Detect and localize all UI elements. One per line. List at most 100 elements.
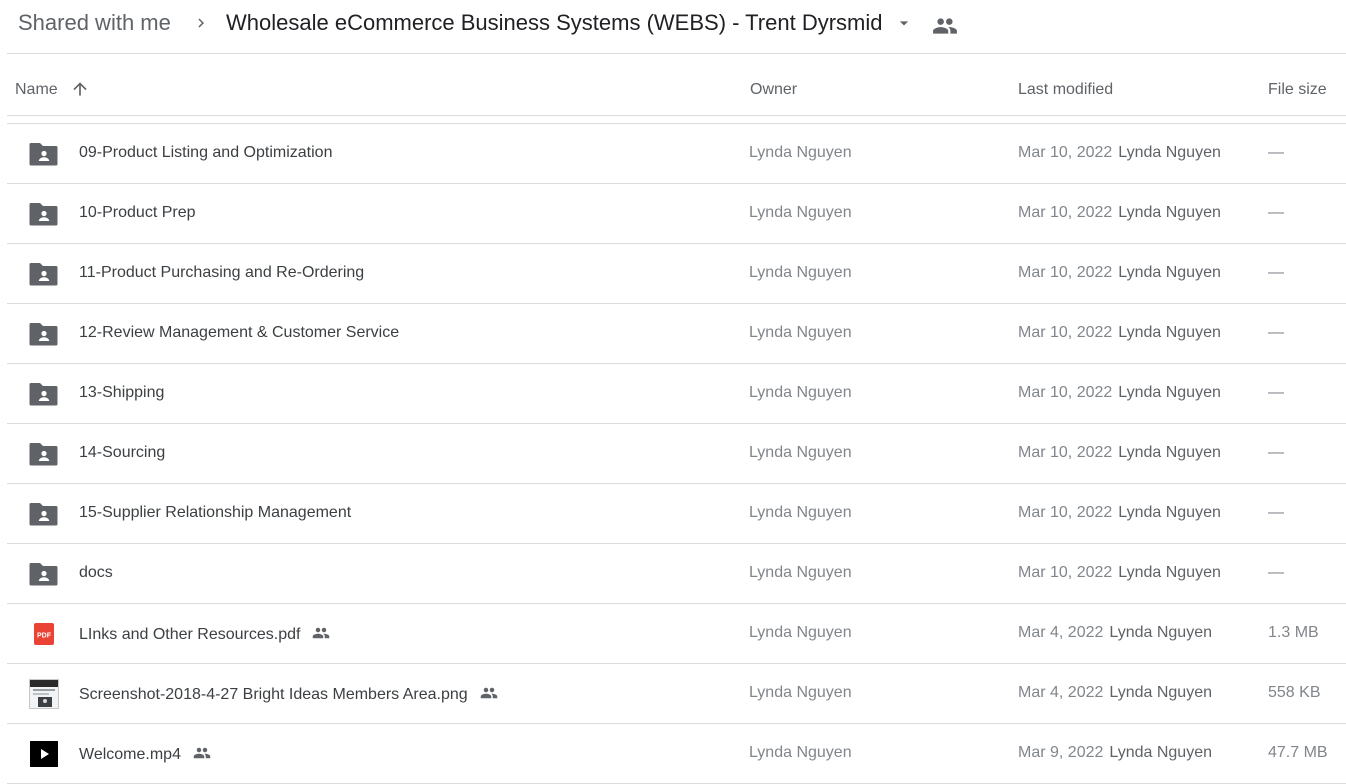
column-header-name[interactable]: Name [15, 81, 58, 99]
modified-by: Lynda Nguyen [1118, 504, 1221, 521]
modified-date: Mar 10, 2022 [1018, 564, 1113, 581]
modified-date: Mar 10, 2022 [1018, 444, 1113, 461]
shared-people-icon [313, 627, 330, 639]
last-modified: Mar 10, 2022 Lynda Nguyen [1018, 444, 1221, 462]
file-name[interactable]: 15-Supplier Relationship Management [79, 504, 351, 522]
file-row[interactable]: 11-Product Purchasing and Re-Ordering Lyn… [7, 244, 1346, 304]
file-row[interactable]: 14-Sourcing Lynda Nguyen Mar 10, 2022 Lynda… [7, 424, 1346, 484]
file-name[interactable]: 09-Product Listing and Optimization [79, 144, 332, 162]
modified-by: Lynda Nguyen [1109, 624, 1212, 641]
file-name[interactable]: 12-Review Management & Customer Service [79, 324, 399, 342]
modified-date: Mar 10, 2022 [1018, 204, 1113, 221]
last-modified: Mar 9, 2022 Lynda Nguyen [1018, 744, 1212, 762]
breadcrumb-shared-with-me[interactable]: Shared with me [18, 10, 171, 36]
file-size: — [1268, 384, 1284, 401]
header: Shared with me Wholesale eCommerce Busin… [0, 0, 1346, 53]
modified-by: Lynda Nguyen [1109, 744, 1212, 761]
modified-date: Mar 10, 2022 [1018, 504, 1113, 521]
file-size: — [1268, 264, 1284, 281]
file-name[interactable]: docs [79, 564, 113, 582]
shared-folder-icon [29, 263, 58, 286]
modified-by: Lynda Nguyen [1118, 204, 1221, 221]
caret-down-icon[interactable] [894, 13, 914, 33]
modified-date: Mar 10, 2022 [1018, 324, 1113, 341]
owner-name: Lynda Nguyen [749, 624, 852, 641]
file-row[interactable]: Screenshot-2018-4-27 Bright Ideas Member… [7, 664, 1346, 724]
modified-by: Lynda Nguyen [1118, 144, 1221, 161]
sort-arrow-up-icon[interactable] [70, 79, 90, 99]
modified-by: Lynda Nguyen [1118, 384, 1221, 401]
owner-name: Lynda Nguyen [749, 684, 852, 701]
shared-people-icon [193, 747, 211, 759]
column-header-owner: Owner [750, 81, 798, 98]
last-modified: Mar 4, 2022 Lynda Nguyen [1018, 684, 1212, 702]
file-name[interactable]: 10-Product Prep [79, 204, 196, 222]
file-size: — [1268, 444, 1284, 461]
file-row[interactable]: 10-Product Prep Lynda Nguyen Mar 10, 2022 L… [7, 184, 1346, 244]
modified-by: Lynda Nguyen [1118, 264, 1221, 281]
file-size: — [1268, 324, 1284, 341]
owner-name: Lynda Nguyen [749, 744, 852, 761]
last-modified: Mar 10, 2022 Lynda Nguyen [1018, 384, 1221, 402]
last-modified: Mar 4, 2022 Lynda Nguyen [1018, 624, 1212, 642]
file-size: 1.3 MB [1268, 624, 1319, 641]
video-icon [30, 741, 58, 767]
owner-name: Lynda Nguyen [749, 504, 852, 521]
chevron-right-icon [198, 18, 204, 28]
file-size: — [1268, 144, 1284, 161]
file-size: — [1268, 564, 1284, 581]
shared-folder-icon [29, 323, 58, 346]
owner-name: Lynda Nguyen [749, 564, 852, 581]
file-name[interactable]: 14-Sourcing [79, 444, 165, 462]
shared-folder-icon [29, 563, 58, 586]
file-name[interactable]: LInks and Other Resources.pdf [79, 624, 332, 644]
shared-folder-icon [29, 383, 58, 406]
last-modified: Mar 10, 2022 Lynda Nguyen [1018, 504, 1221, 522]
last-modified: Mar 10, 2022 Lynda Nguyen [1018, 204, 1221, 222]
last-modified: Mar 10, 2022 Lynda Nguyen [1018, 264, 1221, 282]
owner-name: Lynda Nguyen [749, 204, 852, 221]
file-name[interactable]: Screenshot-2018-4-27 Bright Ideas Member… [79, 684, 500, 704]
owner-name: Lynda Nguyen [749, 324, 852, 341]
column-header-row: Name Owner Last modified File size [0, 54, 1346, 116]
pdf-icon: PDF [34, 623, 54, 645]
shared-people-icon [480, 687, 497, 699]
file-row[interactable]: 13-Shipping Lynda Nguyen Mar 10, 2022 Lynda… [7, 364, 1346, 424]
file-row[interactable]: 15-Supplier Relationship Management Lynda… [7, 484, 1346, 544]
modified-by: Lynda Nguyen [1118, 564, 1221, 581]
file-row[interactable]: 12-Review Management & Customer Service L… [7, 304, 1346, 364]
modified-date: Mar 10, 2022 [1018, 264, 1113, 281]
shared-folder-icon [29, 443, 58, 466]
file-row[interactable]: 09-Product Listing and Optimization Lynda… [7, 124, 1346, 184]
file-size: 47.7 MB [1268, 744, 1328, 761]
shared-folder-icon [29, 143, 58, 166]
modified-date: Mar 4, 2022 [1018, 684, 1104, 701]
modified-date: Mar 10, 2022 [1018, 384, 1113, 401]
last-modified: Mar 10, 2022 Lynda Nguyen [1018, 324, 1221, 342]
column-header-file-size: File size [1268, 81, 1327, 98]
modified-by: Lynda Nguyen [1109, 684, 1212, 701]
people-icon [933, 18, 957, 34]
file-size: — [1268, 504, 1284, 521]
shared-folder-icon [29, 203, 58, 226]
image-thumbnail-icon [29, 679, 59, 709]
file-row[interactable]: PDF LInks and Other Resources.pdf Lynda Ng… [7, 604, 1346, 664]
file-name[interactable]: Welcome.mp4 [79, 744, 213, 764]
file-name[interactable]: 11-Product Purchasing and Re-Ordering [79, 264, 364, 282]
owner-name: Lynda Nguyen [749, 384, 852, 401]
modified-date: Mar 9, 2022 [1018, 744, 1104, 761]
file-row[interactable]: docs Lynda Nguyen Mar 10, 2022 Lynda Nguyen… [7, 544, 1346, 604]
modified-date: Mar 10, 2022 [1018, 144, 1113, 161]
modified-by: Lynda Nguyen [1118, 324, 1221, 341]
file-row[interactable]: Welcome.mp4 Lynda Nguyen Mar 9, 2022 Lynda … [7, 724, 1346, 784]
column-header-divider [7, 115, 1346, 116]
file-name[interactable]: 13-Shipping [79, 384, 164, 402]
breadcrumb-current-folder[interactable]: Wholesale eCommerce Business Systems (WE… [226, 10, 883, 36]
file-size: — [1268, 204, 1284, 221]
shared-folder-icon [29, 503, 58, 526]
file-size: 558 KB [1268, 684, 1321, 701]
modified-by: Lynda Nguyen [1118, 444, 1221, 461]
svg-text:PDF: PDF [37, 633, 52, 640]
column-header-last-modified[interactable]: Last modified [1018, 81, 1113, 99]
modified-date: Mar 4, 2022 [1018, 624, 1104, 641]
